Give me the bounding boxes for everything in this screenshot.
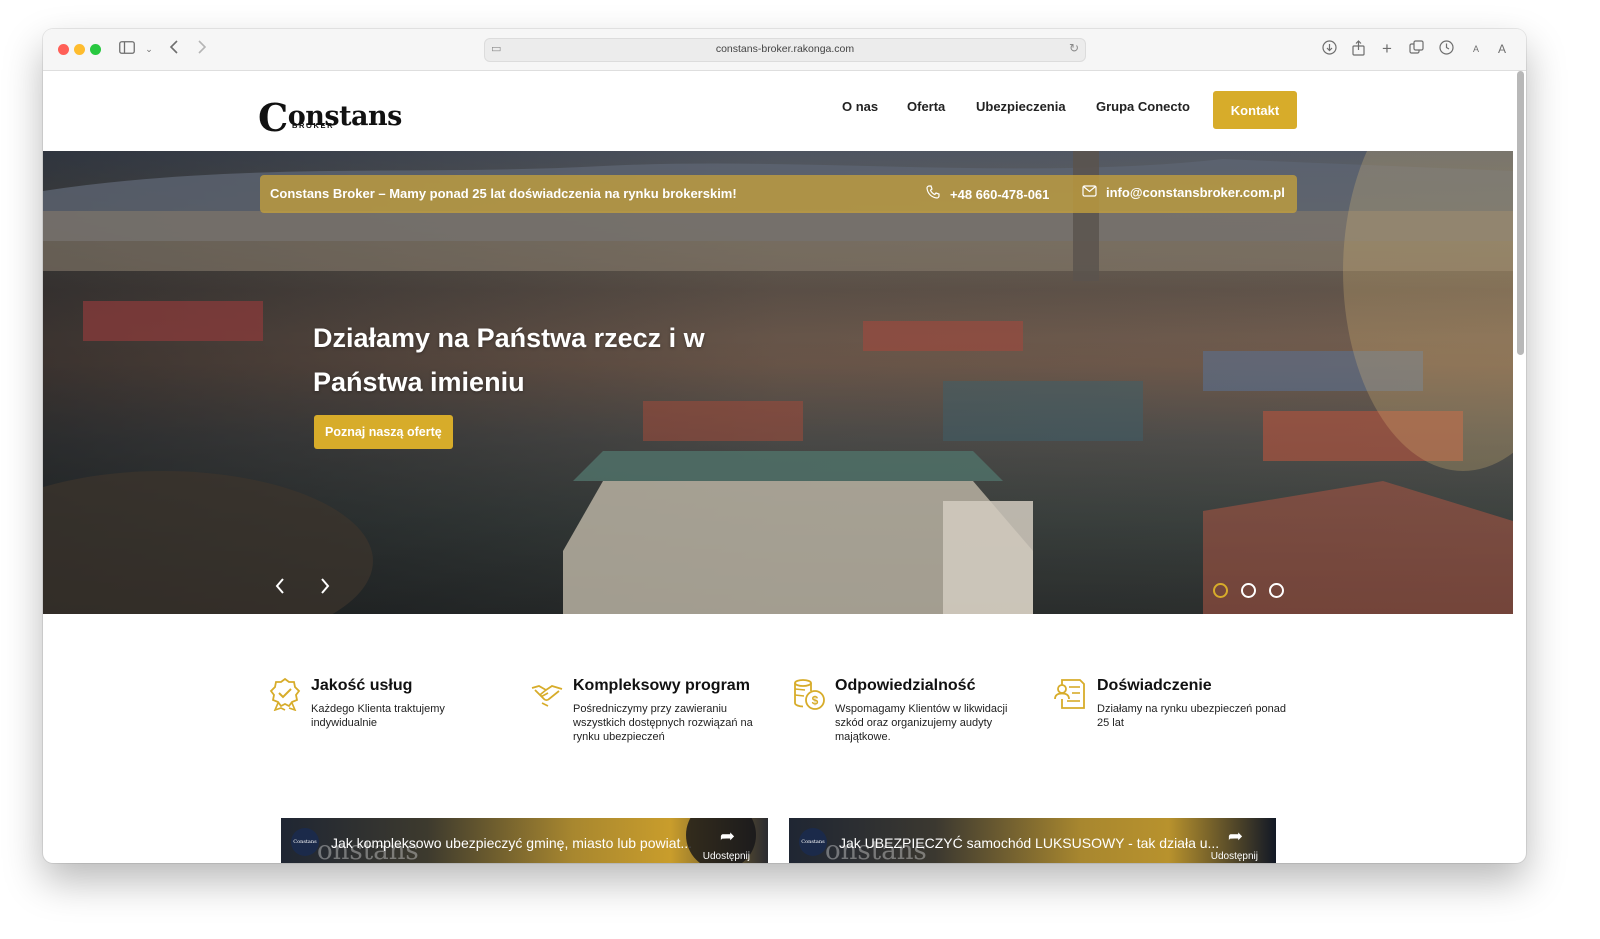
share-arrow-icon[interactable]: ➦ xyxy=(1228,826,1243,847)
hero-title: Działamy na Państwa rzecz i w Państwa im… xyxy=(313,323,705,397)
page-scrollbar[interactable] xyxy=(1517,71,1524,863)
slider-dot-1[interactable] xyxy=(1213,583,1228,598)
phone-number: +48 660-478-061 xyxy=(950,187,1050,202)
chevron-down-icon[interactable]: ⌄ xyxy=(143,40,155,58)
browser-toolbar: ⌄ ▭ constans-broker.rakonga.com ↻ + A A xyxy=(43,29,1526,71)
forward-icon[interactable] xyxy=(193,40,211,58)
feature-title: Odpowiedzialność xyxy=(835,677,976,694)
email-link[interactable]: info@constansbroker.com.pl xyxy=(1082,185,1285,200)
hero-slider: Constans Broker – Mamy ponad 25 lat dośw… xyxy=(43,151,1513,614)
close-window-button[interactable] xyxy=(58,44,69,55)
address-bar[interactable]: ▭ constans-broker.rakonga.com ↻ xyxy=(484,38,1086,62)
feature-desc: Pośredniczymy przy zawieraniu wszystkich… xyxy=(573,703,753,743)
info-bar-text: Constans Broker – Mamy ponad 25 lat dośw… xyxy=(270,186,737,201)
reader-small-font-button[interactable]: A xyxy=(1469,40,1483,58)
minimize-window-button[interactable] xyxy=(74,44,85,55)
history-icon[interactable] xyxy=(1437,40,1455,58)
back-icon[interactable] xyxy=(165,40,183,58)
channel-avatar[interactable]: Constans xyxy=(799,828,827,856)
quality-badge-icon xyxy=(268,677,302,712)
city-panorama-image xyxy=(43,151,1513,614)
nav-about[interactable]: O nas xyxy=(842,99,878,114)
feature-title: Kompleksowy program xyxy=(573,677,750,694)
email-address: info@constansbroker.com.pl xyxy=(1106,185,1285,200)
envelope-icon xyxy=(1082,185,1098,200)
feature-title: Doświadczenie xyxy=(1097,677,1212,694)
svg-text:$: $ xyxy=(812,694,819,708)
feature-desc: Działamy na rynku ubezpieczeń ponad 25 l… xyxy=(1097,703,1286,729)
contact-info-bar: Constans Broker – Mamy ponad 25 lat dośw… xyxy=(260,175,1297,213)
contact-button[interactable]: Kontakt xyxy=(1213,91,1297,129)
document-user-icon xyxy=(1054,677,1088,711)
offer-cta-button[interactable]: Poznaj naszą ofertę xyxy=(314,415,453,449)
video-title[interactable]: Jak UBEZPIECZYĆ samochód LUKSUSOWY - tak… xyxy=(839,835,1219,851)
share-label[interactable]: Udostępnij xyxy=(703,851,750,862)
slider-prev-icon[interactable] xyxy=(270,576,290,600)
share-arrow-icon[interactable]: ➦ xyxy=(720,826,735,847)
phone-link[interactable]: +48 660-478-061 xyxy=(926,185,1049,202)
coins-icon: $ xyxy=(792,677,826,711)
site-header: Constans BROKER O nas Oferta Ubezpieczen… xyxy=(43,71,1526,151)
channel-avatar[interactable]: Constans xyxy=(291,828,319,856)
site-logo[interactable]: Constans BROKER xyxy=(258,89,402,140)
video-embed-1[interactable]: onstans Constans Jak kompleksowo ubezpie… xyxy=(281,818,768,863)
slider-next-icon[interactable] xyxy=(315,576,335,600)
reload-icon[interactable]: ↻ xyxy=(1069,41,1079,55)
slider-dot-2[interactable] xyxy=(1241,583,1256,598)
logo-subtitle: BROKER xyxy=(292,121,335,130)
handshake-icon xyxy=(530,677,564,711)
slider-dot-3[interactable] xyxy=(1269,583,1284,598)
phone-icon xyxy=(926,185,942,202)
feature-title: Jakość usług xyxy=(311,677,413,694)
maximize-window-button[interactable] xyxy=(90,44,101,55)
sidebar-toggle-icon[interactable] xyxy=(118,40,136,58)
nav-insurance[interactable]: Ubezpieczenia xyxy=(976,99,1066,114)
new-tab-icon[interactable]: + xyxy=(1378,40,1396,58)
feature-desc: Każdego Klienta traktujemy indywidualnie xyxy=(311,703,445,729)
browser-window: ⌄ ▭ constans-broker.rakonga.com ↻ + A A xyxy=(43,29,1526,863)
tab-overview-icon[interactable] xyxy=(1407,40,1425,58)
share-label[interactable]: Udostępnij xyxy=(1211,851,1258,862)
video-title[interactable]: Jak kompleksowo ubezpieczyć gminę, miast… xyxy=(331,835,692,851)
video-embed-2[interactable]: onstans Constans Jak UBEZPIECZYĆ samochó… xyxy=(789,818,1276,863)
download-icon[interactable] xyxy=(1320,40,1338,58)
feature-desc: Wspomagamy Klientów w likwidacji szkód o… xyxy=(835,703,1008,743)
address-url: constans-broker.rakonga.com xyxy=(715,43,855,55)
scrollbar-thumb[interactable] xyxy=(1517,71,1524,355)
nav-group[interactable]: Grupa Conecto xyxy=(1096,99,1190,114)
nav-offer[interactable]: Oferta xyxy=(907,99,945,114)
reader-large-font-button[interactable]: A xyxy=(1495,40,1509,58)
share-icon[interactable] xyxy=(1349,40,1367,58)
